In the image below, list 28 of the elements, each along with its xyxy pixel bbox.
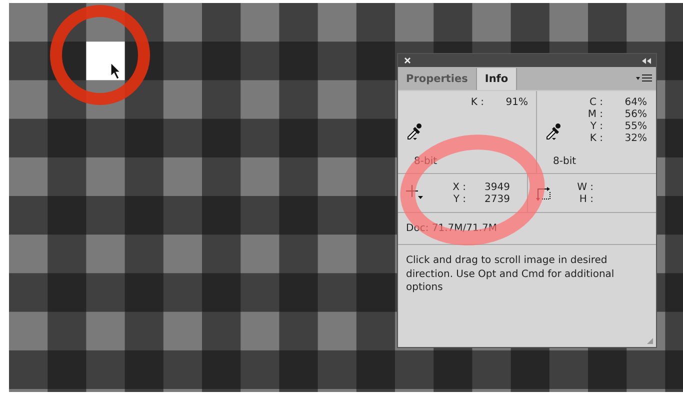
channel-value: 56% [624, 109, 647, 120]
eyedropper-icon[interactable] [545, 123, 561, 141]
channel-value: 32% [624, 133, 647, 144]
eyedropper-icon[interactable] [406, 123, 422, 141]
resize-grip-icon[interactable] [646, 337, 654, 345]
close-icon[interactable] [404, 57, 411, 64]
hint-text: Click and drag to scroll image in desired direction. Use Opt and Cmd for additional options [406, 254, 616, 294]
bit-depth: 8-bit [553, 156, 576, 167]
channel-value: 64% [624, 97, 647, 108]
channel-label: Y : [589, 121, 604, 132]
channel-label: K : [470, 97, 485, 108]
channel-label: C : [588, 97, 604, 108]
channel-value: 91% [504, 97, 528, 108]
bit-depth: 8-bit [414, 156, 438, 167]
document-size: Doc: 71.7M/71.7M [406, 223, 498, 234]
panel-tab[interactable]: Info [476, 68, 518, 90]
coordinate-value: 2739 [484, 194, 510, 204]
panel-menu-icon[interactable] [636, 74, 652, 82]
coordinate-label: Y : [452, 194, 467, 204]
channel-value: 55% [624, 121, 647, 132]
coordinate-label: X : [452, 182, 467, 192]
channel-label: K : [588, 133, 604, 144]
channel-label: M : [586, 109, 604, 120]
size-label: H : [578, 194, 594, 204]
coordinate-value: 3949 [484, 182, 510, 192]
size-label: W : [576, 182, 594, 192]
collapse-icon[interactable] [642, 58, 651, 64]
cursor-icon [110, 62, 122, 80]
